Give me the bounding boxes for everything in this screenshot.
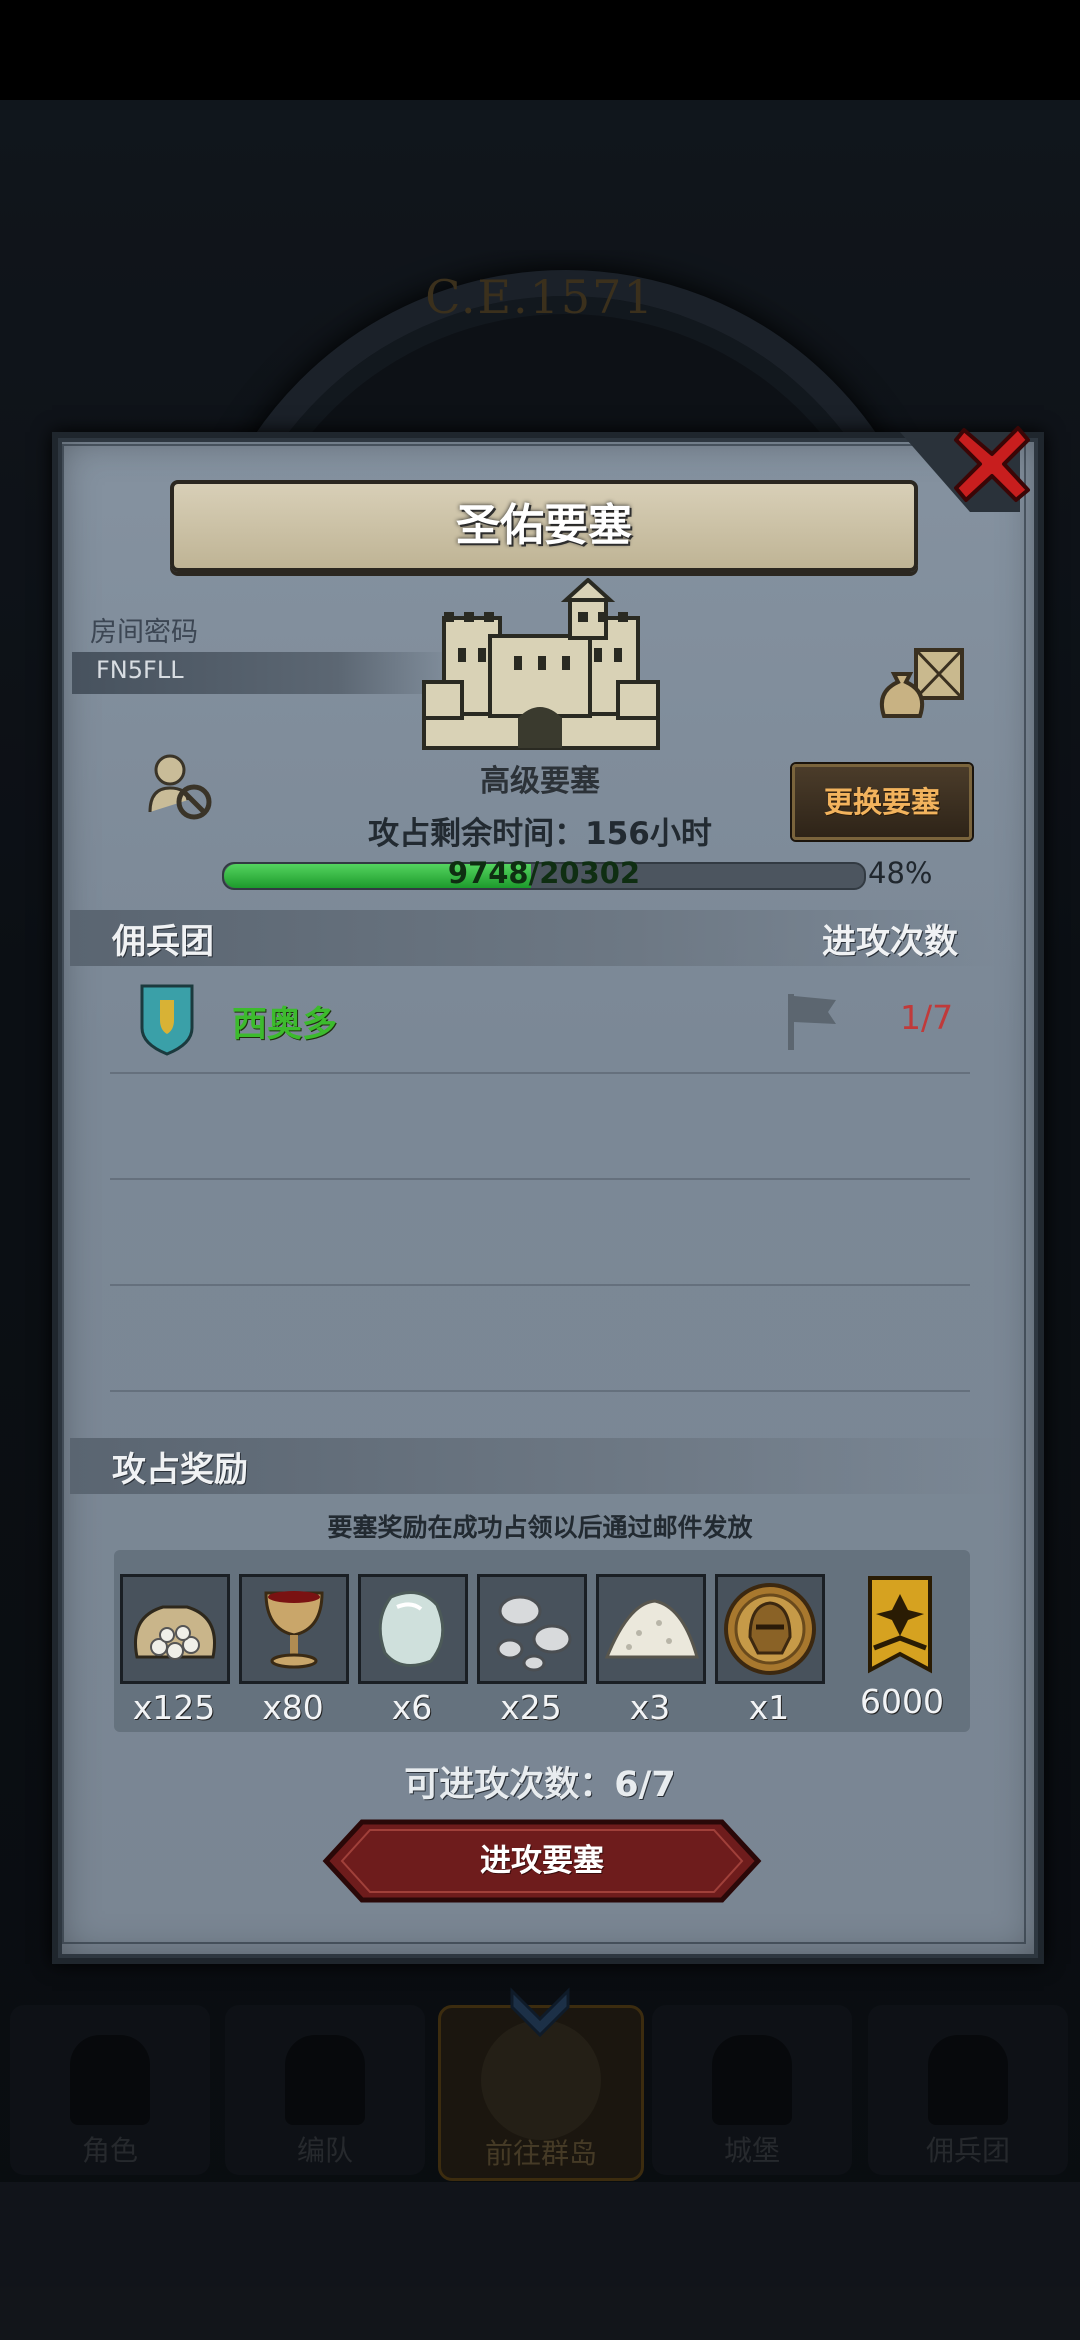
reward-quantity: x125 [132, 1688, 216, 1727]
reward-item[interactable]: 6000 [848, 1574, 956, 1721]
reward-quantity: 6000 [860, 1682, 944, 1721]
mercenary-attack-count: 1/7 [900, 998, 954, 1037]
rewards-header: 攻占奖励 [112, 1450, 248, 1490]
reward-item[interactable]: x3 [596, 1574, 706, 1727]
guild-shield-icon [140, 984, 194, 1056]
time-remaining: 攻占剩余时间：156小时 [368, 816, 712, 852]
reward-quantity: x1 [748, 1688, 790, 1727]
mercenary-name: 西奥多 [232, 1005, 338, 1045]
dialog-title: 圣佑要塞 [456, 500, 632, 551]
change-fortress-button[interactable]: 更换要塞 [792, 764, 972, 840]
silver-coins-icon [496, 1595, 572, 1672]
reward-item[interactable]: x1 [715, 1574, 825, 1727]
list-item [110, 1286, 970, 1392]
stone-sack-icon [134, 1605, 216, 1660]
reward-quantity: x3 [629, 1688, 671, 1727]
list-item [110, 1074, 970, 1180]
fortress-castle-icon [422, 578, 660, 750]
no-user-icon [148, 754, 212, 820]
reward-item[interactable]: x125 [120, 1574, 230, 1727]
fortress-level: 高级要塞 [480, 764, 600, 799]
reward-item[interactable]: x6 [358, 1574, 468, 1727]
attack-fortress-button[interactable]: 进攻要塞 [322, 1818, 762, 1904]
loot-bag-icon[interactable] [876, 640, 966, 720]
reward-quantity: x80 [262, 1688, 324, 1727]
reward-item[interactable]: x25 [477, 1574, 587, 1727]
status-bar [0, 0, 1080, 100]
rewards-note: 要塞奖励在成功占领以后通过邮件发放 [327, 1513, 753, 1542]
progress-percent: 48% [868, 856, 933, 890]
close-icon[interactable] [952, 424, 1032, 504]
goblet-icon [264, 1591, 324, 1669]
knight-helmet-icon [724, 1583, 816, 1675]
room-code: FN5FLL [96, 656, 184, 684]
list-item [110, 1180, 970, 1286]
progress-text: 9748/20302 [447, 856, 641, 890]
reward-quantity: x6 [391, 1688, 433, 1727]
reward-item[interactable]: x80 [239, 1574, 349, 1727]
flag-icon [788, 994, 836, 1050]
room-code-label: 房间密码 [90, 617, 198, 648]
salt-pile-icon [604, 1599, 699, 1659]
gem-icon [378, 1591, 445, 1667]
attack-count-header: 进攻次数 [822, 922, 958, 962]
attack-fortress-label: 进攻要塞 [480, 1843, 604, 1879]
banner-icon [868, 1576, 932, 1674]
attempts-remaining: 可进攻次数：6/7 [404, 1765, 676, 1805]
change-fortress-label: 更换要塞 [823, 785, 940, 819]
mercenary-header: 佣兵团 [112, 922, 214, 962]
reward-quantity: x25 [500, 1688, 562, 1727]
